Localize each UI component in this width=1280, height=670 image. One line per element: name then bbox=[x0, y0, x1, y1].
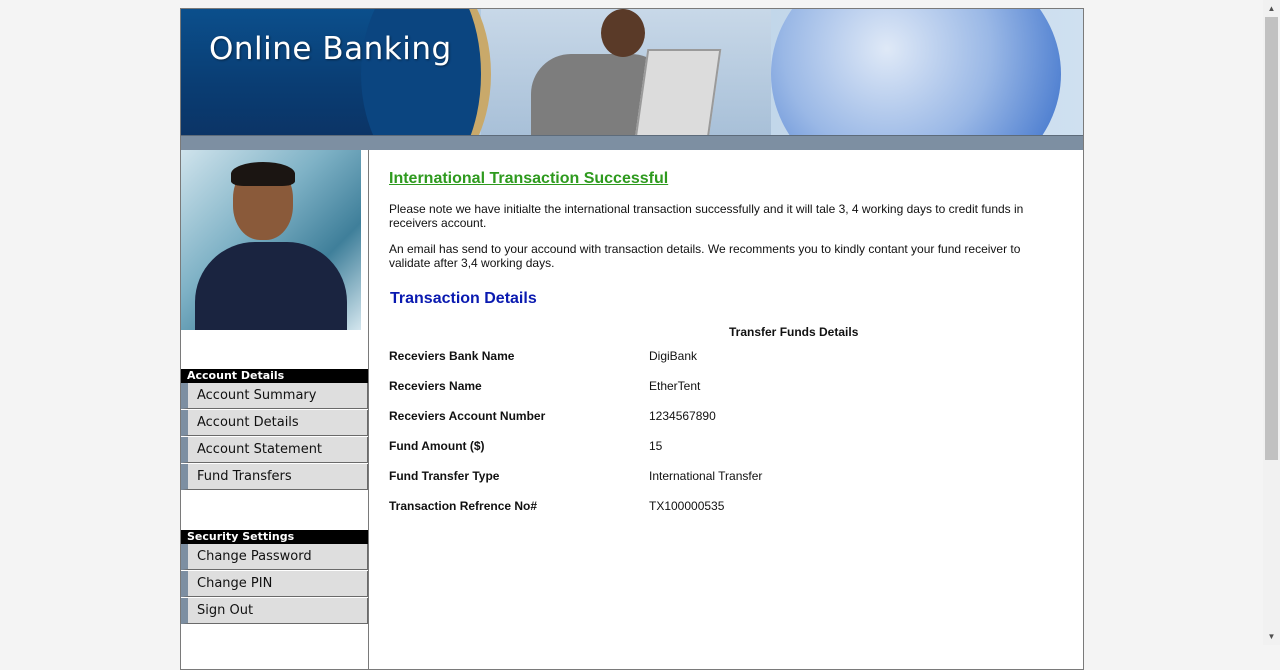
banner-gold-curve bbox=[361, 9, 491, 135]
details-row: Receviers Bank Name DigiBank bbox=[389, 341, 1049, 371]
main-content: International Transaction Successful Ple… bbox=[389, 150, 1049, 521]
success-message: Please note we have initialte the intern… bbox=[389, 202, 1024, 230]
row-value: International Transfer bbox=[649, 469, 763, 483]
banner-globe-image bbox=[771, 9, 1061, 135]
row-label: Fund Amount ($) bbox=[389, 439, 485, 453]
triangle-down-icon[interactable]: ▼ bbox=[1263, 628, 1280, 645]
details-row: Transaction Refrence No# TX100000535 bbox=[389, 491, 1049, 521]
banner-divider-strip bbox=[181, 135, 1083, 150]
scrollbar-thumb[interactable] bbox=[1265, 17, 1278, 460]
row-value: 15 bbox=[649, 439, 663, 453]
details-table: Receviers Bank Name DigiBank Receviers N… bbox=[389, 341, 1049, 521]
header-banner: Online Banking bbox=[181, 9, 1083, 135]
menu-item-change-pin[interactable]: Change PIN bbox=[181, 571, 368, 597]
email-notice: An email has send to your accound with t… bbox=[389, 242, 1021, 270]
profile-photo-body bbox=[195, 242, 347, 330]
transaction-details-heading: Transaction Details bbox=[390, 290, 537, 307]
account-menu: Account Summary Account Details Account … bbox=[181, 383, 368, 491]
row-label: Receviers Name bbox=[389, 379, 482, 393]
row-value: EtherTent bbox=[649, 379, 701, 393]
row-value: TX100000535 bbox=[649, 499, 725, 513]
success-heading: International Transaction Successful bbox=[389, 170, 669, 187]
profile-photo-hair bbox=[231, 162, 295, 186]
security-settings-header: Security Settings bbox=[181, 530, 368, 544]
banner-person-head bbox=[601, 9, 645, 57]
row-label: Receviers Account Number bbox=[389, 409, 546, 423]
details-row: Fund Amount ($) 15 bbox=[389, 431, 1049, 461]
profile-photo bbox=[181, 150, 361, 330]
row-label: Fund Transfer Type bbox=[389, 469, 500, 483]
banner-laptop-image bbox=[634, 49, 722, 135]
details-row: Fund Transfer Type International Transfe… bbox=[389, 461, 1049, 491]
row-value: DigiBank bbox=[649, 349, 698, 363]
details-table-caption: Transfer Funds Details bbox=[729, 325, 859, 339]
vertical-scrollbar[interactable]: ▲ ▼ bbox=[1263, 0, 1280, 645]
site-title: Online Banking bbox=[209, 31, 452, 67]
account-details-header: Account Details bbox=[181, 369, 368, 383]
row-label: Receviers Bank Name bbox=[389, 349, 515, 363]
security-menu: Change Password Change PIN Sign Out bbox=[181, 544, 368, 625]
menu-item-account-statement[interactable]: Account Statement bbox=[181, 437, 368, 463]
sidebar: Account Details Account Summary Account … bbox=[181, 150, 369, 670]
details-row: Receviers Account Number 1234567890 bbox=[389, 401, 1049, 431]
menu-item-account-summary[interactable]: Account Summary bbox=[181, 383, 368, 409]
menu-item-account-details[interactable]: Account Details bbox=[181, 410, 368, 436]
menu-item-change-password[interactable]: Change Password bbox=[181, 544, 368, 570]
menu-item-sign-out[interactable]: Sign Out bbox=[181, 598, 368, 624]
triangle-up-icon[interactable]: ▲ bbox=[1263, 0, 1280, 17]
banner-person-image bbox=[481, 9, 771, 135]
row-label: Transaction Refrence No# bbox=[389, 499, 538, 513]
details-row: Receviers Name EtherTent bbox=[389, 371, 1049, 401]
page-container: Online Banking Account Details Account S… bbox=[180, 8, 1084, 670]
row-value: 1234567890 bbox=[649, 409, 716, 423]
menu-item-fund-transfers[interactable]: Fund Transfers bbox=[181, 464, 368, 490]
